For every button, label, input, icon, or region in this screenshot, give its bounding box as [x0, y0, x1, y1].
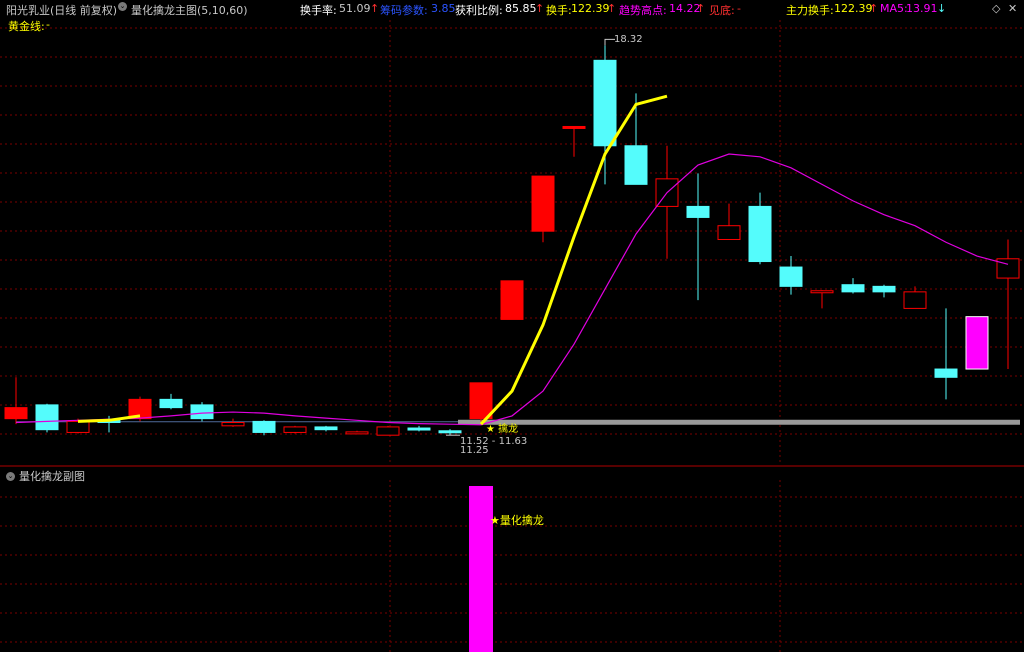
candle-body — [562, 125, 586, 129]
candle-body — [624, 145, 648, 185]
swap-value: 122.39 — [571, 2, 610, 15]
turnover-up-arrow-icon: ↑ — [370, 2, 380, 15]
candle-body — [903, 291, 927, 309]
candle-body — [500, 280, 524, 320]
candle-body — [779, 266, 803, 287]
candle-body — [35, 404, 59, 431]
high-price-label: 18.32 — [614, 34, 643, 45]
trend-up-arrow-icon: ↑ — [696, 2, 706, 15]
bottom-label: 见底: — [709, 4, 735, 17]
candle-body — [531, 175, 555, 232]
main-swap-label: 主力换手: — [786, 4, 834, 17]
candle-body — [407, 427, 431, 431]
ma5-label: MA5: — [880, 2, 908, 15]
candle-body — [438, 430, 462, 434]
close-icon[interactable]: ✕ — [1008, 2, 1017, 15]
profit-up-arrow-icon: ↑ — [535, 2, 545, 15]
chip-label: 筹码参数: — [380, 4, 428, 17]
candle-body — [283, 426, 307, 433]
gold-line-value: - — [46, 18, 50, 31]
turnover-value: 51.09 — [339, 2, 371, 15]
candle-body — [376, 426, 400, 436]
candle-body — [593, 59, 617, 147]
candle-body — [345, 431, 369, 435]
candle-body — [469, 382, 493, 420]
candle-body — [841, 284, 865, 293]
main-swap-up-arrow-icon: ↑ — [869, 2, 879, 15]
sub-signal-bar — [469, 486, 493, 652]
qinlong-signal-text: 擒龙 — [498, 424, 519, 435]
candle-body — [190, 404, 214, 420]
bottom-value: - — [737, 2, 741, 15]
swap-up-arrow-icon: ↑ — [607, 2, 617, 15]
candle-body — [810, 290, 834, 294]
candle-body — [66, 420, 90, 433]
indicator-name[interactable]: 量化擒龙主图(5,10,60) — [131, 2, 248, 18]
support-level-bar — [458, 419, 1020, 425]
low-price-label: 11.25 — [460, 445, 489, 456]
diamond-icon[interactable]: ◇ — [992, 2, 1000, 15]
candle-body — [252, 420, 276, 433]
qinlong-signal-label: ★ 擒龙 — [486, 424, 519, 435]
sub-signal-label: ★量化擒龙 — [490, 514, 544, 527]
turnover-label: 换手率: — [300, 4, 337, 17]
sub-settings-circle-icon[interactable]: ⌄ — [6, 469, 15, 482]
candle-body — [221, 422, 245, 427]
candle-body — [159, 398, 183, 409]
stock-title[interactable]: 阳光乳业(日线 前复权) — [6, 2, 117, 18]
swap-label: 换手: — [546, 4, 572, 17]
sub-panel — [469, 486, 493, 652]
profit-label: 获利比例: — [455, 4, 503, 17]
chart-canvas — [0, 20, 1024, 652]
sub-title[interactable]: 量化擒龙副图 — [19, 468, 85, 484]
trend-label: 趋势高点: — [619, 4, 667, 17]
gold-line-label: 黄金线: — [8, 20, 45, 33]
main-swap-value: 122.39 — [834, 2, 873, 15]
sub-signal-text: 量化擒龙 — [499, 514, 544, 527]
chip-value: 3.85 — [431, 2, 456, 15]
candle-body — [934, 368, 958, 378]
candle-body — [965, 316, 989, 370]
candle-body — [314, 426, 338, 431]
ma5-down-arrow-icon: ↓ — [937, 2, 947, 15]
candle-body — [717, 225, 741, 240]
candle-body — [4, 407, 28, 420]
candle-body — [686, 205, 710, 218]
ma5-value: 13.91 — [906, 2, 938, 15]
grid-lines — [0, 20, 1024, 652]
candle-body — [748, 205, 772, 263]
candle-body — [872, 285, 896, 293]
profit-value: 85.85 — [505, 2, 537, 15]
